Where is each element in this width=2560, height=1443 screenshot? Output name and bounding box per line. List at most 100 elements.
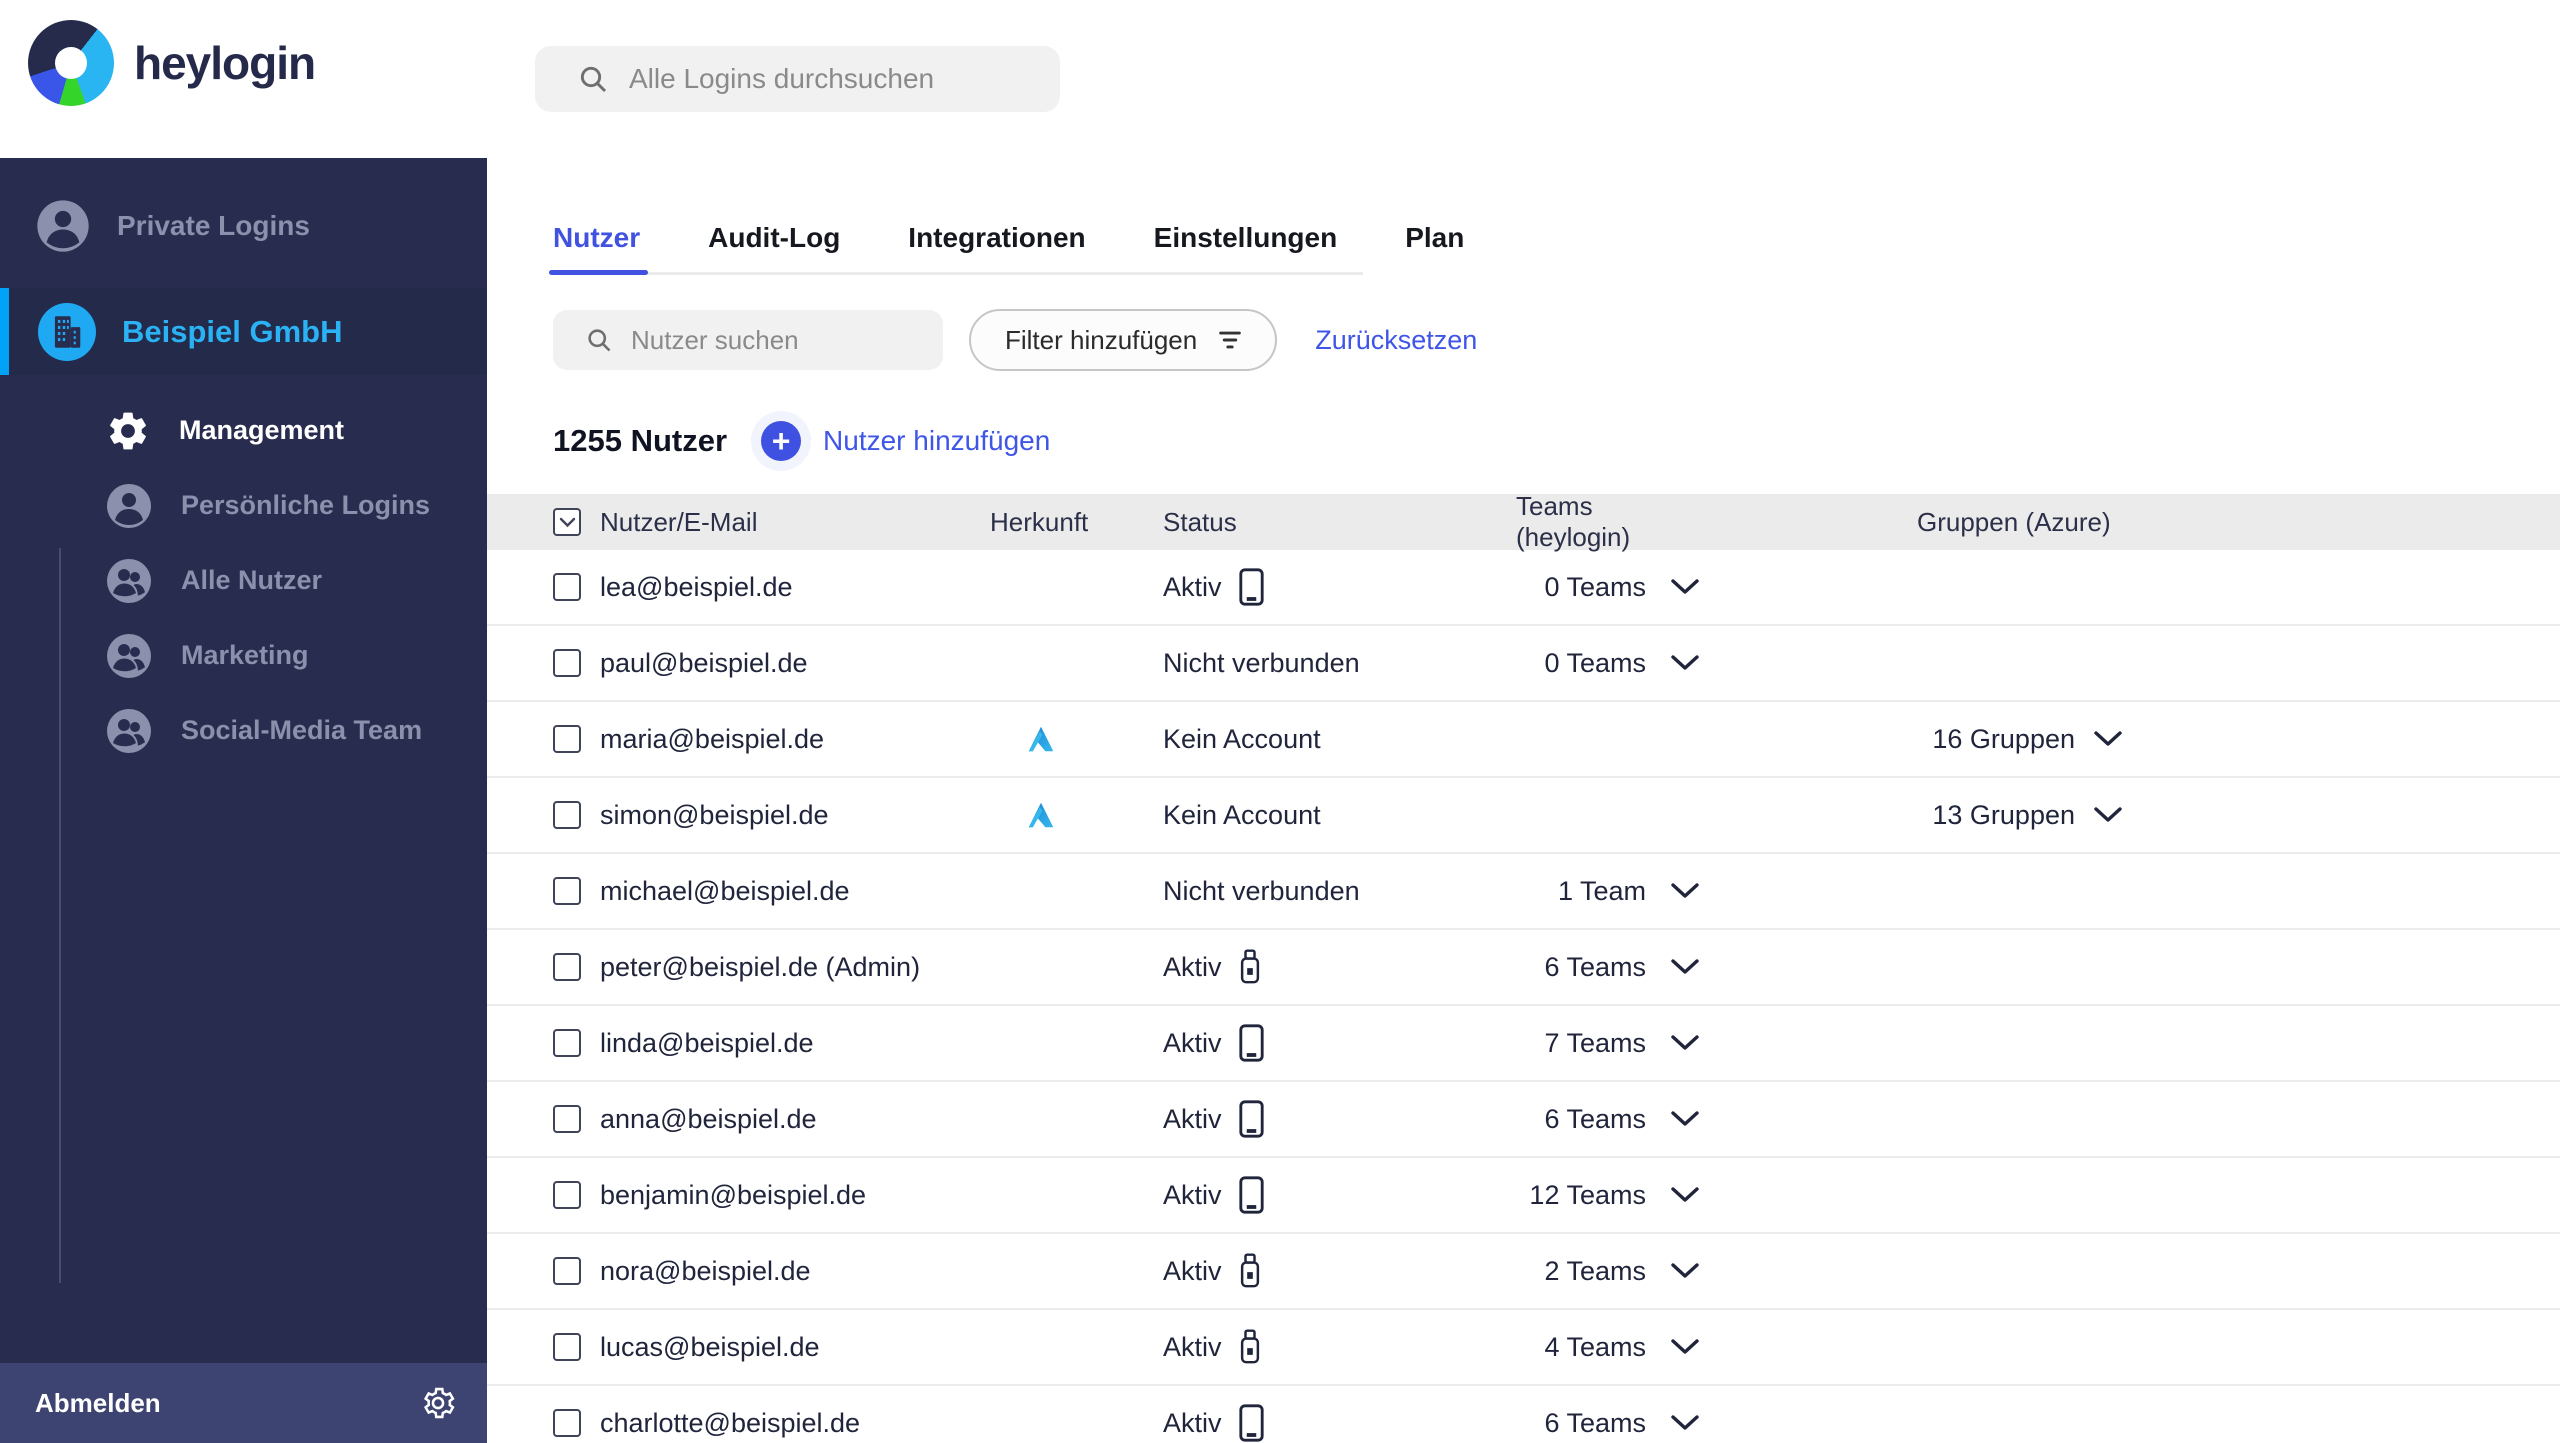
teams-dropdown[interactable]: 4 Teams [1516, 1332, 1700, 1363]
row-checkbox[interactable] [553, 801, 581, 829]
teams-dropdown[interactable]: 6 Teams [1516, 1104, 1700, 1135]
user-email: lea@beispiel.de [600, 571, 793, 602]
row-checkbox[interactable] [553, 1029, 581, 1057]
tab-einstellungen[interactable]: Einstellungen [1154, 210, 1338, 272]
gruppen-dropdown[interactable]: 16 Gruppen [1917, 724, 2123, 755]
table-row: lea@beispiel.de Aktiv 0 Teams [487, 550, 2560, 626]
security-key-icon [1238, 1329, 1262, 1365]
table-header-row: Nutzer/E-Mail Herkunft Status Teams (hey… [487, 491, 2560, 552]
teams-dropdown[interactable]: 6 Teams [1516, 952, 1700, 983]
chevron-down-icon[interactable] [1670, 578, 1700, 596]
user-search-input[interactable] [631, 324, 921, 356]
add-user-button[interactable]: + Nutzer hinzufügen [761, 421, 1050, 461]
status-cell: Aktiv [1163, 1024, 1516, 1062]
user-search[interactable] [553, 310, 943, 370]
teams-dropdown[interactable]: 6 Teams [1516, 1408, 1700, 1439]
sidebar-item-pers-nliche-logins[interactable]: Persönliche Logins [0, 468, 487, 543]
table-row: lucas@beispiel.de Aktiv 4 Teams [487, 1310, 2560, 1386]
teams-dropdown[interactable]: 7 Teams [1516, 1028, 1700, 1059]
teams-dropdown[interactable]: 0 Teams [1516, 572, 1700, 603]
chevron-down-icon[interactable] [1670, 1262, 1700, 1280]
sidebar-item-social-media-team[interactable]: Social-Media Team [0, 693, 487, 768]
row-checkbox[interactable] [553, 1333, 581, 1361]
herkunft-cell [990, 801, 1163, 829]
sidebar-item-private-logins[interactable]: Private Logins [35, 198, 487, 254]
logout-button[interactable]: Abmelden [35, 1388, 161, 1419]
gear-icon[interactable] [419, 1384, 457, 1422]
smartphone-icon [1238, 1024, 1265, 1062]
chevron-down-icon[interactable] [2093, 806, 2123, 824]
add-filter-label: Filter hinzufügen [1005, 324, 1198, 355]
user-email: lucas@beispiel.de [600, 1331, 820, 1362]
user-email: maria@beispiel.de [600, 723, 825, 754]
sidebar-item-org[interactable]: Beispiel GmbH [0, 288, 487, 375]
teams-count: 1 Team [1557, 875, 1646, 906]
sidebar-item-alle-nutzer[interactable]: Alle Nutzer [0, 543, 487, 618]
status-cell: Nicht verbunden [1163, 876, 1516, 907]
select-all-checkbox[interactable] [553, 508, 581, 536]
chevron-down-icon[interactable] [1670, 958, 1700, 976]
status-cell: Aktiv [1163, 949, 1516, 985]
global-search-input[interactable] [629, 63, 1029, 95]
row-checkbox[interactable] [553, 1409, 581, 1437]
person-icon [105, 482, 153, 530]
sidebar-item-label: Management [179, 415, 345, 445]
status-cell: Aktiv [1163, 1329, 1516, 1365]
teams-dropdown[interactable]: 2 Teams [1516, 1256, 1700, 1287]
gruppen-count: 13 Gruppen [1932, 799, 2075, 830]
row-checkbox[interactable] [553, 1257, 581, 1285]
smartphone-icon [1238, 1176, 1265, 1214]
tab-plan[interactable]: Plan [1405, 210, 1464, 272]
gruppen-count: 16 Gruppen [1932, 723, 2075, 754]
status-text: Aktiv [1163, 1407, 1222, 1438]
row-checkbox[interactable] [553, 1181, 581, 1209]
count-row: 1255 Nutzer + Nutzer hinzufügen [553, 421, 2560, 461]
chevron-down-icon[interactable] [1670, 1186, 1700, 1204]
chevron-down-icon[interactable] [1670, 1338, 1700, 1356]
user-email: peter@beispiel.de (Admin) [600, 951, 921, 982]
column-header-status: Status [1163, 506, 1237, 537]
row-checkbox[interactable] [553, 953, 581, 981]
table-row: linda@beispiel.de Aktiv 7 Teams [487, 1006, 2560, 1082]
row-checkbox[interactable] [553, 649, 581, 677]
tab-integrationen[interactable]: Integrationen [908, 210, 1085, 272]
row-checkbox[interactable] [553, 725, 581, 753]
chevron-down-icon[interactable] [1670, 882, 1700, 900]
herkunft-cell [990, 725, 1163, 753]
row-checkbox[interactable] [553, 877, 581, 905]
row-checkbox[interactable] [553, 1105, 581, 1133]
gruppen-dropdown[interactable]: 13 Gruppen [1917, 800, 2123, 831]
tab-audit-log[interactable]: Audit-Log [708, 210, 840, 272]
table-row: anna@beispiel.de Aktiv 6 Teams [487, 1082, 2560, 1158]
status-text: Aktiv [1163, 1331, 1222, 1362]
teams-dropdown[interactable]: 0 Teams [1516, 648, 1700, 679]
status-cell: Aktiv [1163, 568, 1516, 606]
tab-nutzer[interactable]: Nutzer [548, 210, 649, 275]
add-filter-button[interactable]: Filter hinzufügen [969, 309, 1278, 371]
sidebar-item-label: Alle Nutzer [181, 565, 323, 595]
sidebar-item-marketing[interactable]: Marketing [0, 618, 487, 693]
user-email: michael@beispiel.de [600, 875, 850, 906]
teams-dropdown[interactable]: 12 Teams [1516, 1180, 1700, 1211]
teams-dropdown[interactable]: 1 Team [1516, 876, 1700, 907]
brand[interactable]: heylogin [28, 20, 316, 106]
reset-filters-link[interactable]: Zurücksetzen [1315, 325, 1477, 356]
teams-count: 6 Teams [1544, 1103, 1646, 1134]
sidebar-bottom-bar: Abmelden [0, 1363, 487, 1443]
security-key-icon [1238, 1253, 1262, 1289]
status-cell: Nicht verbunden [1163, 648, 1516, 679]
gear-icon [105, 408, 151, 454]
chevron-down-icon[interactable] [2093, 730, 2123, 748]
azure-icon [1026, 801, 1056, 829]
chevron-down-icon[interactable] [1670, 1414, 1700, 1432]
global-search[interactable] [535, 46, 1060, 112]
status-text: Aktiv [1163, 951, 1222, 982]
chevron-down-icon[interactable] [1670, 1110, 1700, 1128]
status-cell: Kein Account [1163, 800, 1516, 831]
chevron-down-icon[interactable] [1670, 1034, 1700, 1052]
row-checkbox[interactable] [553, 573, 581, 601]
user-email: anna@beispiel.de [600, 1103, 817, 1134]
chevron-down-icon[interactable] [1670, 654, 1700, 672]
status-text: Kein Account [1163, 723, 1321, 754]
sidebar-item-management[interactable]: Management [0, 393, 487, 468]
